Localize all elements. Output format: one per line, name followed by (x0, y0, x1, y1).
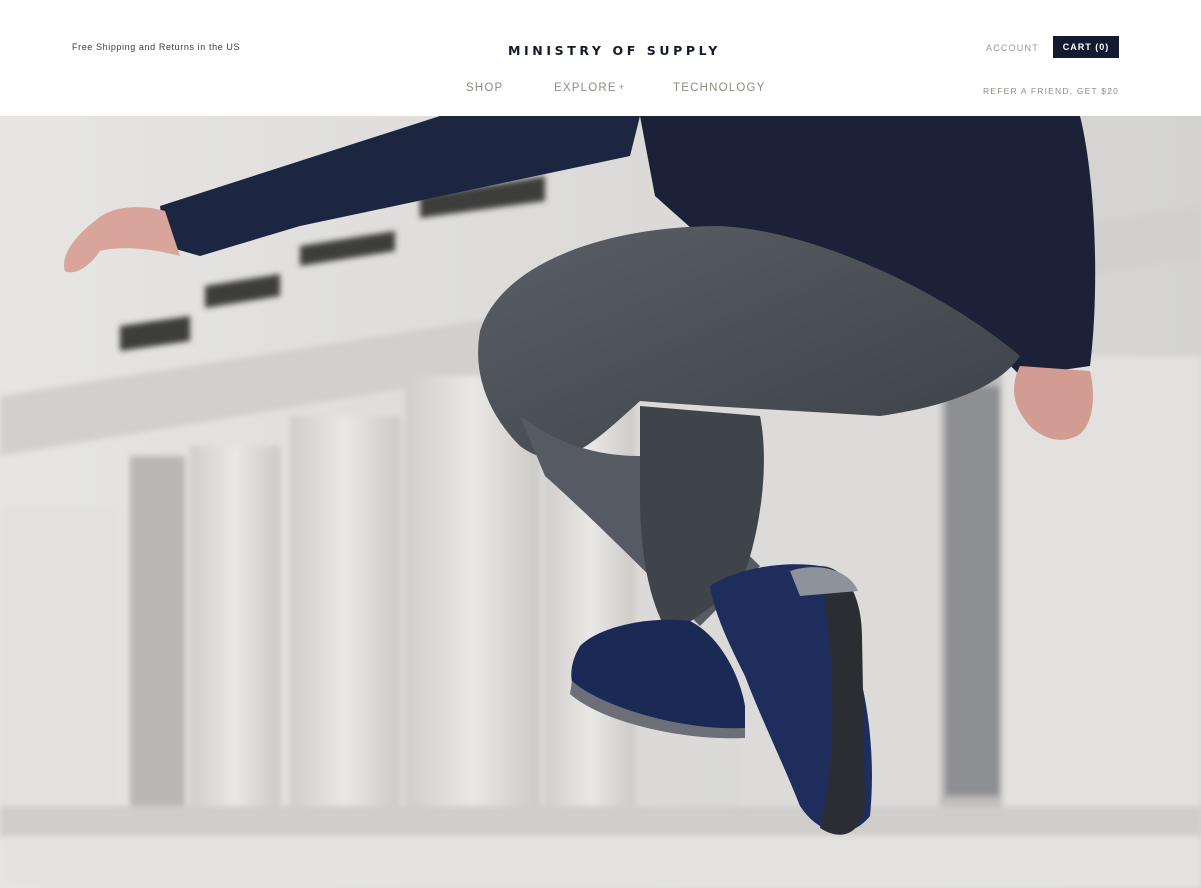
nav-shop-label: SHOP (466, 82, 504, 94)
shipping-promo: Free Shipping and Returns in the US (72, 42, 241, 52)
nav-explore-label: EXPLORE (554, 82, 617, 94)
site-header: Free Shipping and Returns in the US MINI… (0, 0, 1201, 116)
nav-technology[interactable]: TECHNOLOGY (673, 82, 766, 94)
brand-logo[interactable]: MINISTRY OF SUPPLY (508, 43, 718, 58)
cart-button-label: CART (0) (1062, 42, 1110, 52)
chevron-down-icon: + (618, 82, 626, 92)
refer-friend-link[interactable]: REFER A FRIEND, GET $20 (983, 86, 1119, 96)
account-link[interactable]: ACCOUNT (986, 43, 1039, 53)
hero-image (0, 116, 1201, 888)
nav-technology-label: TECHNOLOGY (673, 82, 766, 94)
nav-shop[interactable]: SHOP (466, 82, 503, 94)
hero-photo (0, 116, 1201, 888)
cart-button[interactable]: CART (0) (1053, 36, 1119, 58)
nav-explore[interactable]: EXPLORE + (554, 82, 625, 94)
